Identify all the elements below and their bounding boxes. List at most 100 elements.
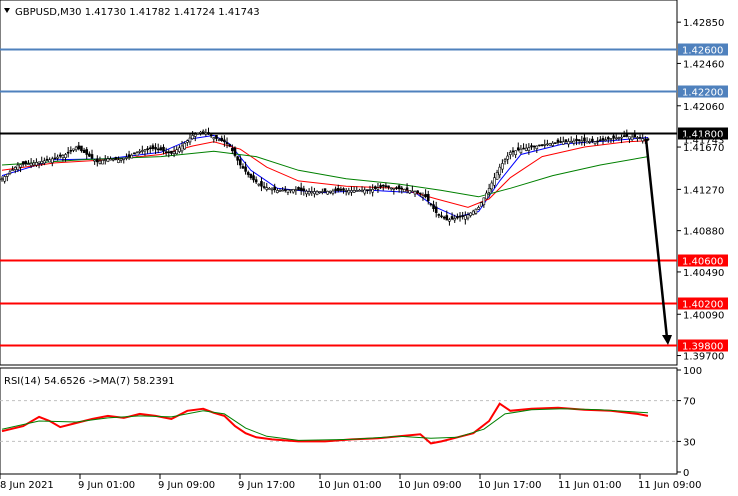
candle-body-217 — [575, 138, 578, 142]
candle-body-5 — [13, 167, 17, 170]
candle-body-171 — [453, 218, 457, 221]
time-tick-label-6: 10 Jun 17:00 — [478, 480, 542, 491]
candle-body-23 — [61, 155, 65, 159]
candle-body-26 — [69, 150, 73, 152]
rsi-tick-label-3: 0 — [683, 468, 689, 479]
price-tick-label-0: 1.42850 — [683, 18, 724, 29]
candle-body-42 — [111, 158, 115, 161]
candle-body-68 — [180, 145, 184, 152]
candle-body-29 — [77, 145, 81, 150]
candle-body-4 — [11, 169, 14, 171]
candle-body-87 — [231, 148, 234, 152]
trading-chart[interactable]: 1.426001.422001.418001.406001.402001.398… — [0, 0, 738, 496]
candle-body-109 — [289, 189, 292, 191]
candle-body-202 — [535, 145, 539, 149]
candle-body-228 — [604, 139, 607, 141]
candle-body-101 — [268, 188, 271, 190]
candle-body-134 — [355, 190, 359, 192]
time-tick-label-1: 9 Jun 01:00 — [78, 480, 135, 491]
candle-body-147 — [389, 187, 393, 190]
candle-body-151 — [400, 187, 404, 190]
candle-body-179 — [474, 208, 478, 214]
candle-body-227 — [601, 138, 605, 141]
candle-body-54 — [143, 149, 147, 152]
candle-body-201 — [532, 145, 536, 148]
candle-body-95 — [252, 175, 255, 181]
candle-body-94 — [249, 173, 253, 179]
candle-body-219 — [580, 140, 584, 143]
candle-body-126 — [334, 188, 337, 192]
candle-body-136 — [360, 189, 364, 192]
candle-body-45 — [119, 158, 123, 161]
candle-body-186 — [493, 177, 496, 186]
candle-body-199 — [527, 147, 531, 151]
candle-body-17 — [45, 158, 49, 161]
candle-body-72 — [191, 135, 194, 140]
candle-body-6 — [16, 164, 20, 170]
time-tick-label-2: 9 Jun 09:00 — [158, 480, 215, 491]
candle-body-174 — [461, 215, 464, 217]
candle-body-233 — [617, 137, 621, 139]
candle-body-155 — [411, 190, 414, 193]
candle-body-0 — [0, 178, 4, 181]
candle-body-70 — [186, 140, 189, 143]
candle-body-100 — [265, 187, 269, 190]
candle-body-237 — [628, 136, 631, 140]
candle-body-52 — [138, 150, 141, 153]
candle-body-146 — [387, 185, 390, 188]
candle-body-33 — [88, 153, 91, 157]
candle-body-168 — [445, 215, 449, 221]
candle-body-113 — [299, 187, 303, 191]
candle-body-85 — [225, 142, 229, 145]
time-tick-label-8: 11 Jun 09:00 — [638, 480, 702, 491]
candle-body-206 — [546, 143, 549, 146]
candle-body-91 — [241, 166, 245, 169]
candle-body-205 — [543, 144, 547, 146]
price-tick-label-5: 1.40880 — [683, 227, 724, 238]
candle-body-148 — [392, 188, 396, 190]
candle-body-18 — [48, 159, 51, 163]
candle-body-115 — [305, 190, 308, 195]
candle-body-189 — [501, 163, 504, 170]
candle-body-177 — [469, 212, 472, 216]
candle-body-48 — [127, 154, 131, 157]
candle-body-82 — [217, 139, 221, 141]
time-tick-label-0: 8 Jun 2021 — [0, 480, 54, 491]
rsi-tick-label-1: 70 — [683, 397, 696, 408]
candle-body-102 — [270, 188, 274, 191]
candle-body-173 — [458, 215, 462, 218]
candle-body-12 — [32, 162, 36, 166]
candle-body-241 — [638, 136, 642, 139]
candle-body-242 — [641, 138, 645, 142]
candle-body-236 — [625, 134, 629, 137]
candle-body-59 — [156, 148, 160, 151]
price-tick-label-1: 1.42460 — [683, 59, 724, 70]
candle-body-57 — [151, 145, 155, 149]
candle-body-167 — [442, 216, 446, 219]
candle-body-10 — [27, 163, 30, 165]
candle-body-43 — [114, 157, 118, 160]
candle-body-165 — [437, 214, 441, 216]
candle-body-28 — [74, 146, 78, 151]
candle-body-210 — [556, 139, 560, 143]
candle-body-213 — [564, 139, 568, 142]
candle-body-224 — [593, 141, 597, 145]
candle-body-152 — [403, 189, 406, 192]
candle-body-229 — [606, 137, 610, 140]
time-tick-label-7: 11 Jun 01:00 — [558, 480, 622, 491]
candle-body-176 — [466, 214, 470, 219]
candle-body-170 — [450, 216, 454, 220]
candle-body-141 — [374, 186, 377, 189]
candle-body-208 — [551, 142, 554, 146]
candle-body-181 — [479, 202, 483, 207]
candle-body-78 — [207, 132, 210, 135]
level-tag-label-3: 1.40600 — [682, 257, 723, 268]
candle-body-58 — [154, 147, 157, 150]
candle-body-51 — [135, 152, 139, 157]
candle-body-104 — [276, 190, 279, 193]
candle-body-56 — [148, 147, 152, 150]
candle-body-84 — [223, 139, 226, 143]
candle-body-160 — [424, 193, 427, 198]
candle-body-75 — [199, 131, 202, 134]
chart-background — [0, 0, 738, 496]
